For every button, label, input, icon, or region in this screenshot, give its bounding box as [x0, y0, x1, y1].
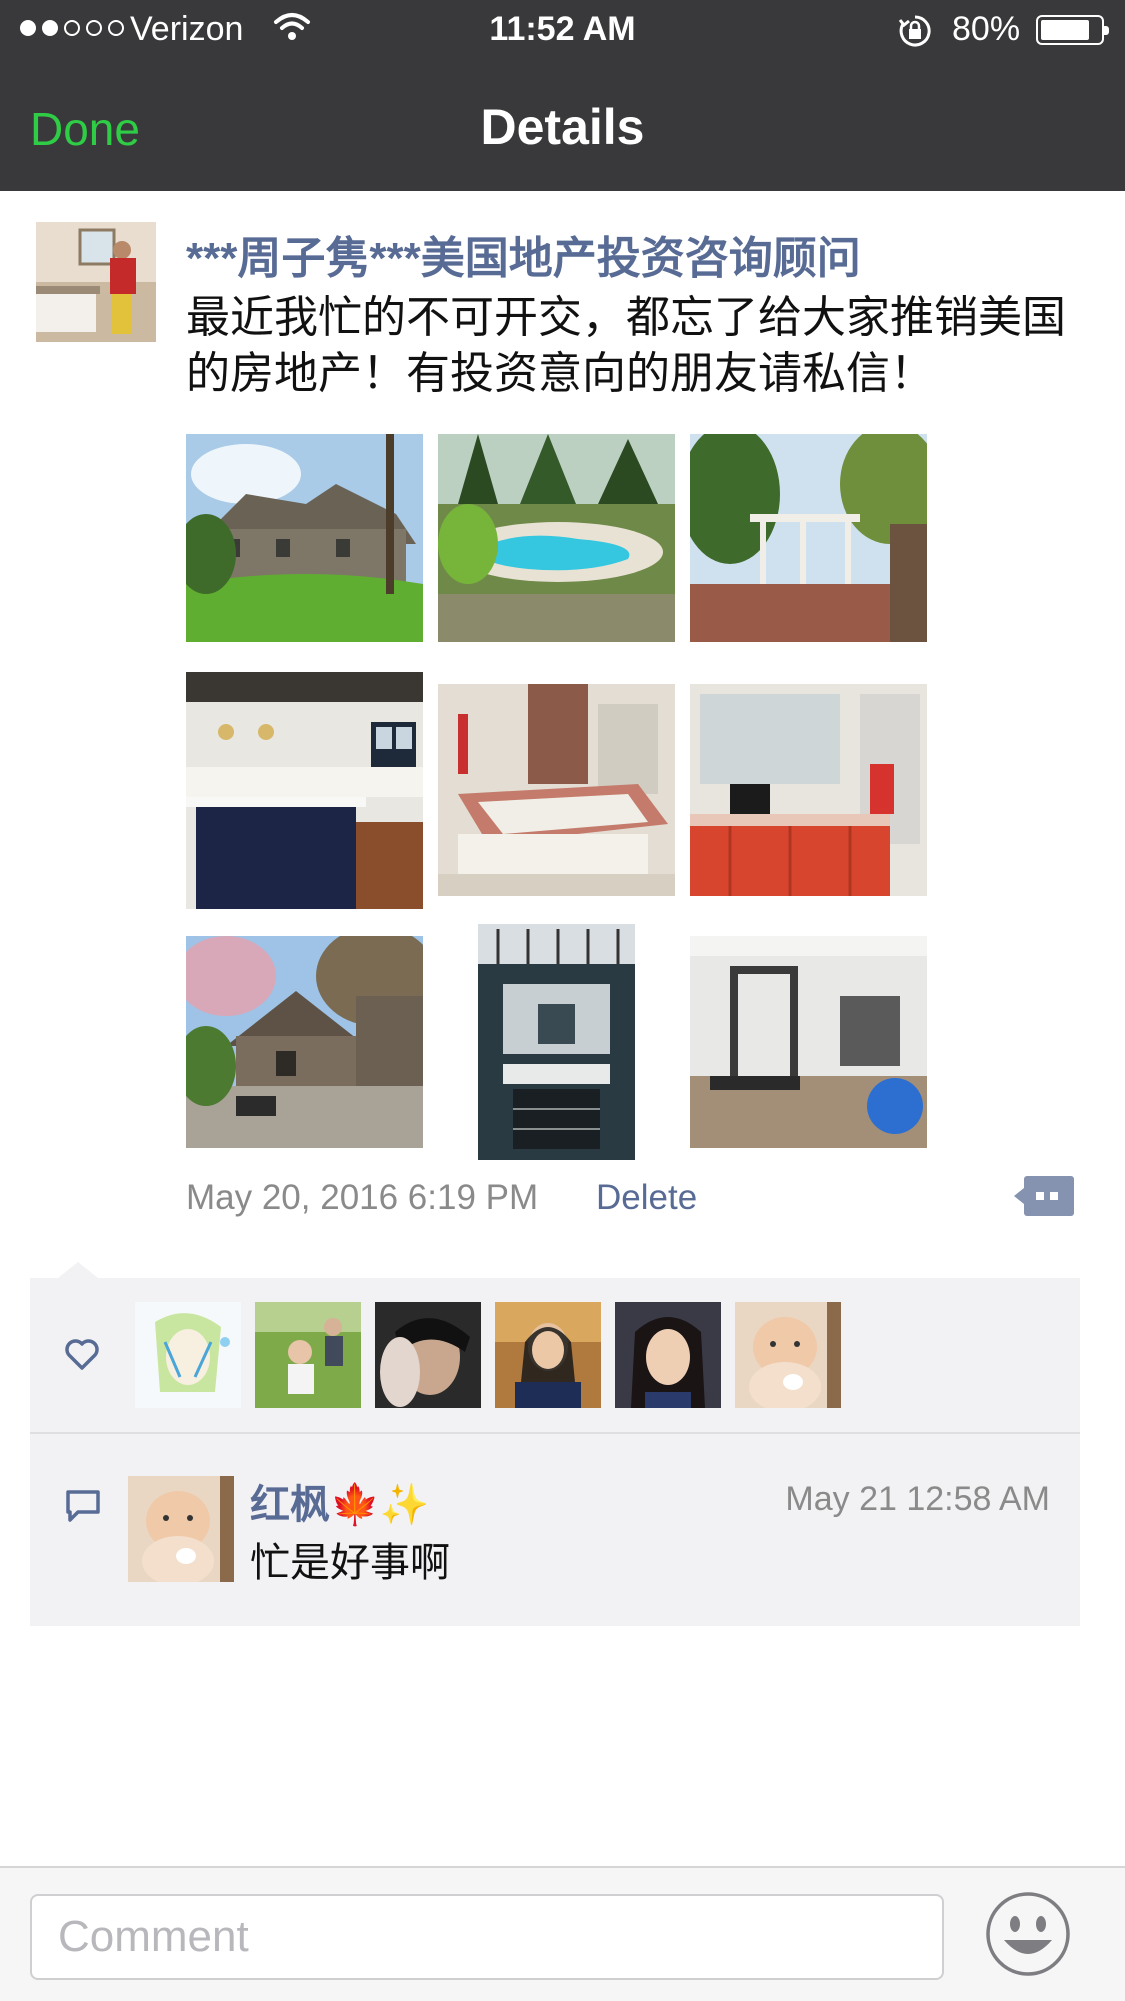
status-bar: Verizon 11:52 AM 80%	[0, 0, 1125, 62]
comment-icon	[66, 1490, 100, 1522]
heart-icon	[65, 1339, 99, 1370]
post-text: 最近我忙的不可开交，都忘了给大家推销美国的房地产！有投资意向的朋友请私信！	[186, 293, 1066, 398]
like-avatar-woman-cafe[interactable]	[495, 1302, 601, 1408]
page-title: Details	[480, 99, 645, 155]
rotation-lock-icon	[898, 15, 931, 47]
photo-house-patio[interactable]	[186, 936, 423, 1148]
photo-home-gym[interactable]	[690, 936, 927, 1148]
comment-text[interactable]: 忙是好事啊	[250, 1530, 450, 1588]
commenter-name[interactable]: 红枫🍁✨	[250, 1472, 430, 1530]
battery-percent: 80%	[952, 10, 1021, 48]
author-avatar[interactable]	[36, 222, 156, 342]
photo-kitchen[interactable]	[186, 672, 423, 909]
photo-bathroom-vanity[interactable]	[690, 684, 927, 896]
like-avatar-anime[interactable]	[135, 1302, 241, 1408]
smiley-icon[interactable]	[984, 1890, 1072, 1978]
delete-button[interactable]: Delete	[596, 1178, 697, 1218]
comment-time: May 21 12:58 AM	[785, 1480, 1050, 1518]
post-author-name[interactable]: ***周子隽***美国地产投资咨询顾问	[186, 222, 861, 286]
post-date: May 20, 2016 6:19 PM	[186, 1178, 539, 1217]
commenter-avatar[interactable]	[128, 1476, 234, 1582]
photo-garden-pergola[interactable]	[690, 434, 927, 642]
photo-pool[interactable]	[438, 434, 675, 642]
likes-row	[30, 1278, 1080, 1432]
photo-bathroom-tub[interactable]	[438, 684, 675, 896]
photo-stairwell[interactable]	[478, 924, 635, 1160]
more-actions-icon[interactable]	[1014, 1174, 1076, 1218]
like-avatar-baby[interactable]	[735, 1302, 841, 1408]
like-avatar-child[interactable]	[255, 1302, 361, 1408]
panel-divider	[30, 1432, 1080, 1434]
photo-house-exterior[interactable]	[186, 434, 423, 642]
social-panel: 红枫🍁✨ May 21 12:58 AM 忙是好事啊	[30, 1278, 1080, 1626]
panel-caret	[58, 1262, 98, 1278]
like-avatar-woman[interactable]	[615, 1302, 721, 1408]
battery-icon	[1036, 15, 1109, 45]
comment-composer	[0, 1866, 1125, 2001]
comment-input[interactable]	[30, 1894, 944, 1980]
top-bar: Verizon 11:52 AM 80% Done Details	[0, 0, 1125, 191]
like-avatar-man[interactable]	[375, 1302, 481, 1408]
